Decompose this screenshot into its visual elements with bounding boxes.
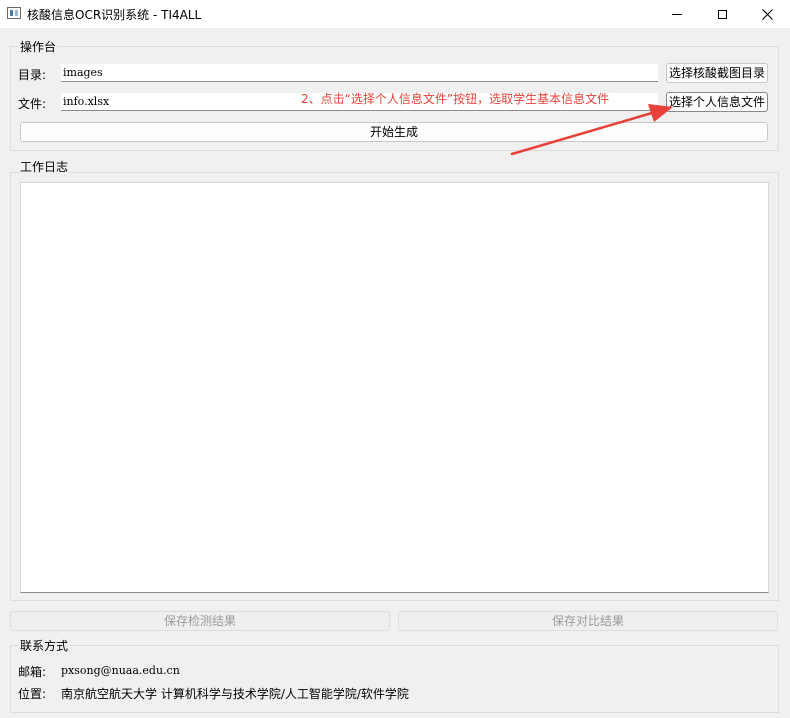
- file-label: 文件:: [18, 97, 47, 111]
- location-label: 位置:: [18, 687, 47, 701]
- title-bar[interactable]: 核酸信息OCR识别系统 - TI4ALL: [0, 0, 790, 28]
- minimize-button[interactable]: [654, 0, 700, 28]
- start-generate-button[interactable]: 开始生成: [20, 122, 768, 142]
- location-value: 南京航空航天大学 计算机科学与技术学院/人工智能学院/软件学院: [61, 687, 409, 701]
- annotation-text: 2、点击“选择个人信息文件”按钮，选取学生基本信息文件: [301, 92, 610, 106]
- email-value: pxsong@nuaa.edu.cn: [61, 664, 180, 677]
- dir-label: 目录:: [18, 68, 47, 82]
- email-label: 邮箱:: [18, 665, 47, 679]
- log-group-title: 工作日志: [19, 158, 70, 175]
- contact-group: [10, 645, 779, 713]
- close-icon: [761, 8, 773, 20]
- app-icon: [7, 7, 21, 19]
- log-text-area[interactable]: [20, 182, 769, 593]
- dir-input[interactable]: images: [61, 64, 658, 82]
- maximize-button[interactable]: [699, 0, 745, 28]
- contact-group-title: 联系方式: [19, 637, 70, 654]
- minimize-icon: [672, 13, 682, 15]
- select-dir-button[interactable]: 选择核酸截图目录: [666, 63, 768, 83]
- select-file-button[interactable]: 选择个人信息文件: [666, 92, 768, 112]
- maximize-icon: [717, 9, 727, 19]
- save-compare-button[interactable]: 保存对比结果: [398, 611, 778, 631]
- console-group-title: 操作台: [19, 38, 58, 55]
- save-detect-button[interactable]: 保存检测结果: [10, 611, 390, 631]
- window-title: 核酸信息OCR识别系统 - TI4ALL: [27, 8, 202, 22]
- close-button[interactable]: [744, 0, 790, 28]
